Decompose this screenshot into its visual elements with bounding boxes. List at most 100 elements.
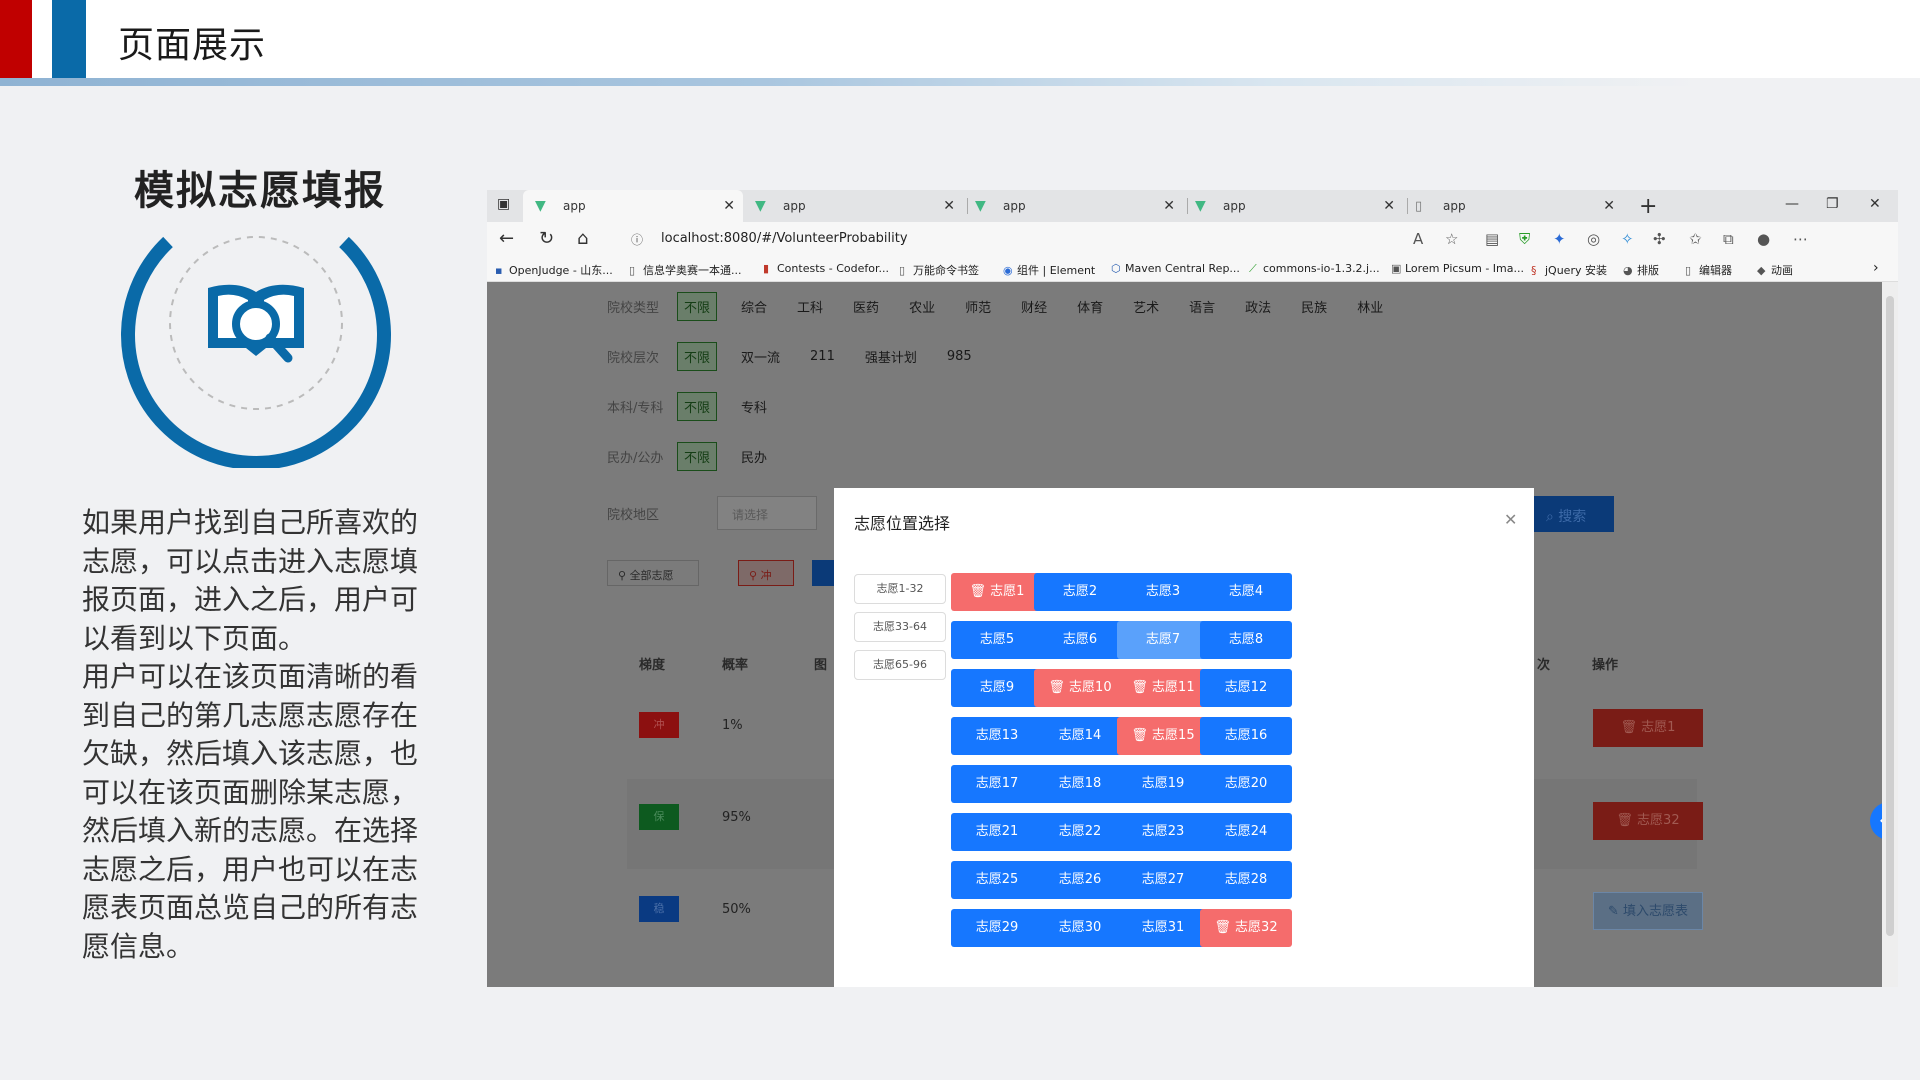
extension-icon[interactable]: ✧ — [1621, 230, 1634, 248]
bookmark-item[interactable]: ▪ OpenJudge - 山东... — [495, 262, 613, 278]
chevron-right-icon[interactable]: › — [1873, 260, 1879, 276]
refresh-icon[interactable]: ↻ — [539, 228, 554, 249]
filter-any-tag[interactable]: 不限 — [677, 342, 718, 371]
volunteer-slot-filled[interactable]: 🗑 志愿15 — [1117, 717, 1209, 755]
site-info-icon[interactable]: ⓘ — [631, 231, 643, 248]
url-field[interactable]: localhost:8080/#/VolunteerProbability — [661, 231, 908, 246]
chevron-left-icon[interactable]: ‹ — [1870, 802, 1882, 840]
browser-tab[interactable]: ▼ app ✕ — [523, 190, 743, 222]
volunteer-slot-filled[interactable]: 🗑 志愿11 — [1117, 669, 1209, 707]
volunteer-slot[interactable]: 志愿23 — [1117, 813, 1209, 851]
close-icon[interactable]: ✕ — [1504, 510, 1517, 529]
volunteer-slot[interactable]: 志愿17 — [951, 765, 1043, 803]
read-aloud-icon[interactable]: A — [1413, 230, 1423, 248]
all-volunteer-button[interactable]: ⚲ 全部志愿 — [607, 560, 699, 586]
bookmark-item[interactable]: ⟋ commons-io-1.3.2.j... — [1249, 262, 1380, 276]
volunteer-slot[interactable]: 志愿14 — [1034, 717, 1126, 755]
filter-option[interactable]: 工科 — [797, 297, 823, 316]
filter-option[interactable]: 双一流 — [741, 347, 780, 366]
browser-tab[interactable]: ▼ app ✕ — [743, 190, 963, 222]
volunteer-slot[interactable]: 志愿3 — [1117, 573, 1209, 611]
more-icon[interactable]: ⋯ — [1793, 230, 1808, 248]
volunteer-slot[interactable]: 志愿22 — [1034, 813, 1126, 851]
filter-option[interactable]: 医药 — [853, 297, 879, 316]
volunteer-slot[interactable]: 志愿7 — [1117, 621, 1209, 659]
puzzle-icon[interactable]: ✣ — [1653, 230, 1666, 248]
range-button[interactable]: 志愿33-64 — [854, 612, 946, 642]
delete-volunteer-button[interactable]: 🗑 志愿32 — [1593, 802, 1703, 840]
close-icon[interactable]: ✕ — [943, 198, 955, 214]
scrollbar[interactable] — [1882, 282, 1898, 987]
volunteer-slot[interactable]: 志愿28 — [1200, 861, 1292, 899]
volunteer-slot[interactable]: 志愿2 — [1034, 573, 1126, 611]
browser-tab[interactable]: ▯ app ✕ — [1403, 190, 1623, 222]
volunteer-slot[interactable]: 志愿9 — [951, 669, 1043, 707]
volunteer-slot[interactable]: 志愿13 — [951, 717, 1043, 755]
delete-volunteer-button[interactable]: 🗑 志愿1 — [1593, 709, 1703, 747]
filter-option[interactable]: 财经 — [1021, 297, 1047, 316]
collections-icon[interactable]: ⧉ — [1723, 230, 1734, 248]
bookmark-item[interactable]: ▯ 信息学奥赛一本通... — [629, 262, 742, 278]
volunteer-slot[interactable]: 志愿8 — [1200, 621, 1292, 659]
extension-icon[interactable]: ▤ — [1485, 230, 1499, 248]
volunteer-slot[interactable]: 志愿31 — [1117, 909, 1209, 947]
volunteer-slot[interactable]: 志愿19 — [1117, 765, 1209, 803]
region-select[interactable]: 请选择 — [717, 496, 817, 530]
maximize-icon[interactable]: ❐ — [1826, 196, 1839, 212]
volunteer-slot-filled[interactable]: 🗑 志愿10 — [1034, 669, 1126, 707]
fill-volunteer-button[interactable]: ✎ 填入志愿表 — [1593, 892, 1703, 930]
volunteer-slot[interactable]: 志愿30 — [1034, 909, 1126, 947]
volunteer-slot[interactable]: 志愿29 — [951, 909, 1043, 947]
volunteer-slot[interactable]: 志愿6 — [1034, 621, 1126, 659]
browser-tab[interactable]: ▼ app ✕ — [963, 190, 1183, 222]
back-icon[interactable]: ← — [499, 228, 514, 249]
bookmark-item[interactable]: § jQuery 安装 — [1531, 262, 1607, 278]
favorite-icon[interactable]: ☆ — [1445, 230, 1458, 248]
bookmark-item[interactable]: ◉ 组件 | Element — [1003, 262, 1095, 278]
shield-icon[interactable]: ⛨ — [1519, 230, 1530, 248]
close-icon[interactable]: ✕ — [1603, 198, 1615, 214]
volunteer-slot[interactable]: 志愿21 — [951, 813, 1043, 851]
filter-option[interactable]: 民族 — [1301, 297, 1327, 316]
filter-any-tag[interactable]: 不限 — [677, 292, 718, 321]
volunteer-slot[interactable]: 志愿16 — [1200, 717, 1292, 755]
filter-option[interactable]: 综合 — [741, 297, 767, 316]
filter-option[interactable]: 政法 — [1245, 297, 1271, 316]
new-tab-icon[interactable]: + — [1639, 194, 1657, 219]
extension-icon[interactable]: ✦ — [1553, 230, 1566, 248]
filter-option[interactable]: 专科 — [741, 397, 767, 416]
bookmark-item[interactable]: ⬡ Maven Central Rep... — [1111, 262, 1240, 275]
filter-option[interactable]: 985 — [947, 349, 972, 364]
filter-option[interactable]: 艺术 — [1133, 297, 1159, 316]
volunteer-slot[interactable]: 志愿20 — [1200, 765, 1292, 803]
browser-tab[interactable]: ▼ app ✕ — [1183, 190, 1403, 222]
filter-option[interactable]: 强基计划 — [865, 347, 917, 366]
range-button[interactable]: 志愿65-96 — [854, 650, 946, 680]
volunteer-slot[interactable]: 志愿5 — [951, 621, 1043, 659]
filter-option[interactable]: 林业 — [1357, 297, 1383, 316]
volunteer-slot-filled[interactable]: 🗑 志愿32 — [1200, 909, 1292, 947]
home-icon[interactable]: ⌂ — [577, 228, 588, 249]
close-window-icon[interactable]: ✕ — [1869, 196, 1881, 212]
bookmark-item[interactable]: ▯ 编辑器 — [1685, 262, 1732, 278]
favorites-icon[interactable]: ✩ — [1689, 230, 1702, 248]
filter-option[interactable]: 211 — [810, 349, 835, 364]
volunteer-slot[interactable]: 志愿4 — [1200, 573, 1292, 611]
extension-icon[interactable]: ◎ — [1587, 230, 1600, 248]
volunteer-slot[interactable]: 志愿12 — [1200, 669, 1292, 707]
filter-any-tag[interactable]: 不限 — [677, 442, 718, 471]
volunteer-slot[interactable]: 志愿26 — [1034, 861, 1126, 899]
volunteer-slot[interactable]: 志愿27 — [1117, 861, 1209, 899]
filter-any-tag[interactable]: 不限 — [677, 392, 718, 421]
volunteer-slot[interactable]: 志愿18 — [1034, 765, 1126, 803]
filter-button[interactable] — [812, 560, 834, 586]
range-button[interactable]: 志愿1-32 — [854, 574, 946, 604]
filter-option[interactable]: 农业 — [909, 297, 935, 316]
close-icon[interactable]: ✕ — [1163, 198, 1175, 214]
volunteer-slot[interactable]: 志愿24 — [1200, 813, 1292, 851]
filter-option[interactable]: 语言 — [1189, 297, 1215, 316]
tab-actions-icon[interactable]: ▣ — [497, 196, 510, 212]
scrollbar-thumb[interactable] — [1886, 296, 1894, 936]
volunteer-slot-filled[interactable]: 🗑 志愿1 — [951, 573, 1043, 611]
volunteer-slot[interactable]: 志愿25 — [951, 861, 1043, 899]
